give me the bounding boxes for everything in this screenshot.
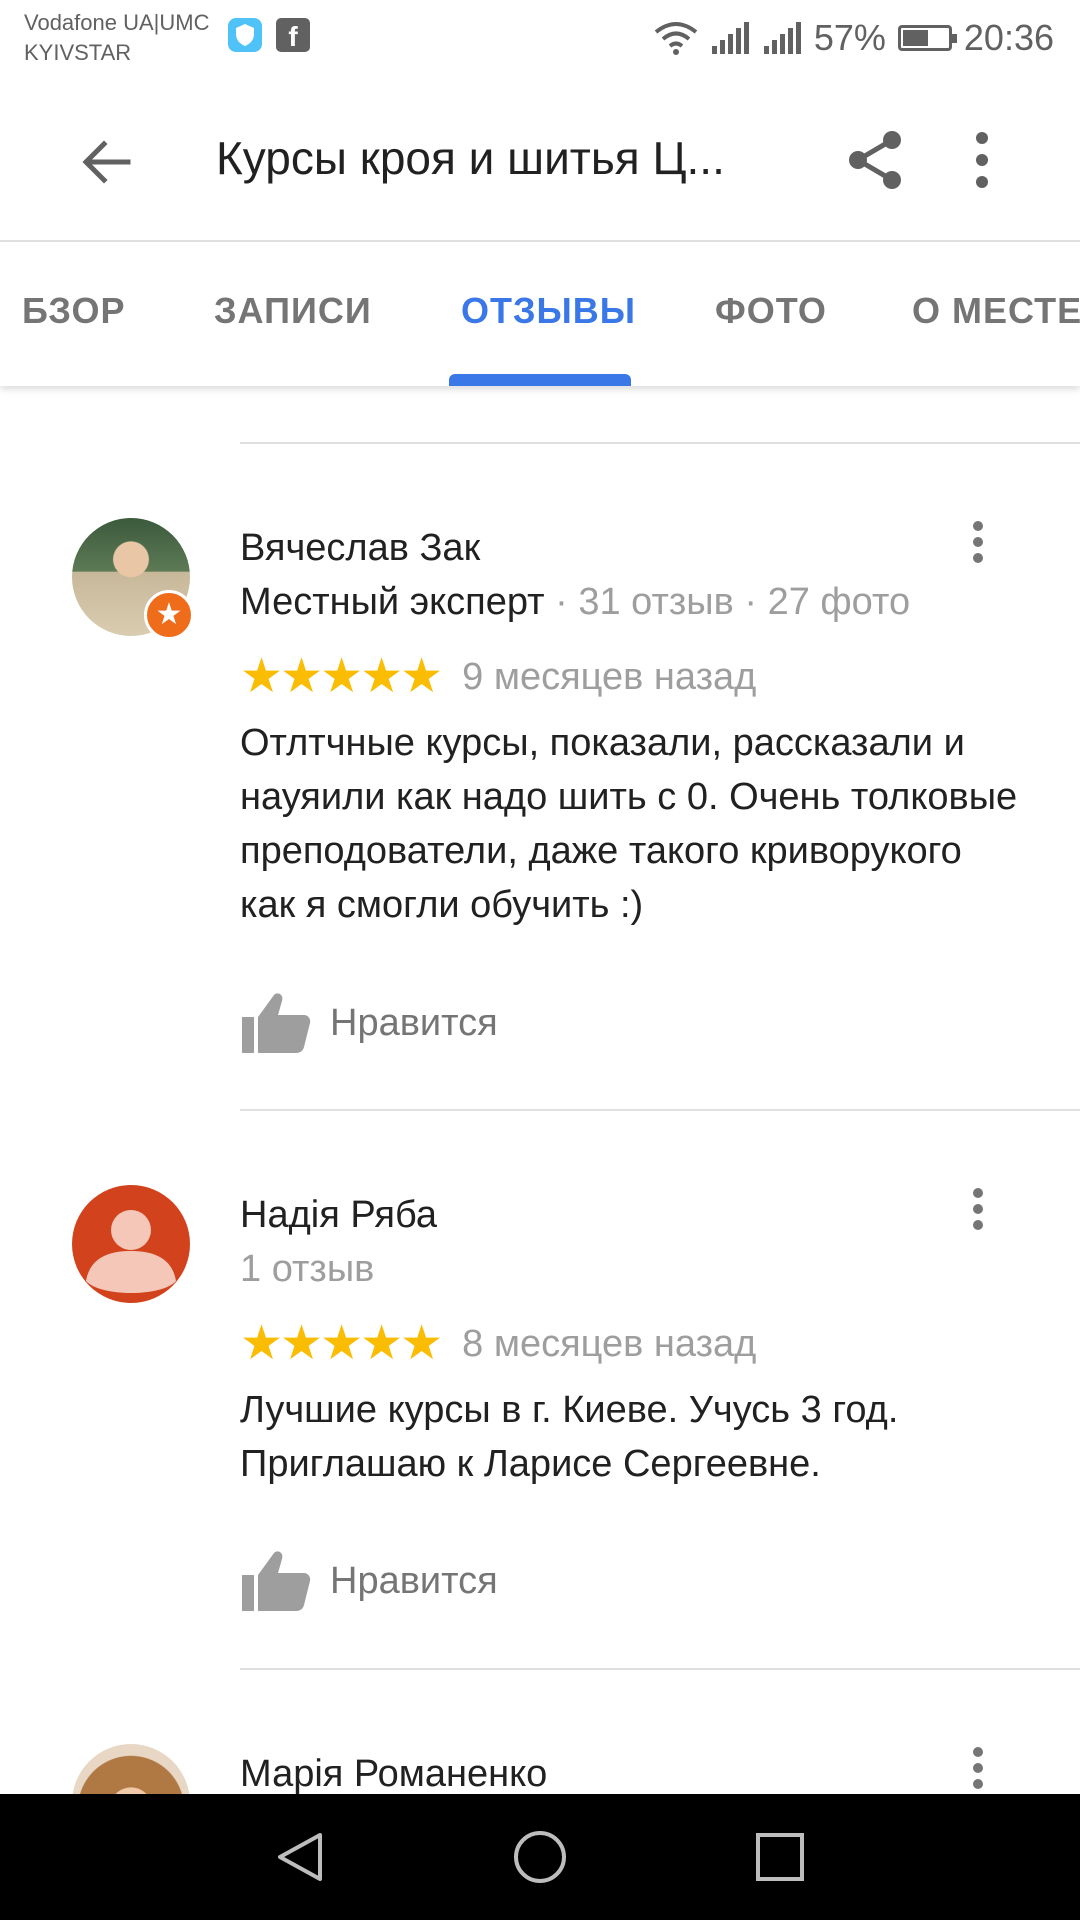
rating-row: ★★★★★ 9 месяцев назад [240,652,756,702]
list-divider [240,1668,1080,1670]
meta-separator: · [555,581,568,623]
share-icon [849,131,901,189]
list-divider [240,1109,1080,1111]
thumbs-up-icon [242,1551,311,1611]
meta-separator: · [744,581,758,623]
local-guide-label: Местный эксперт [240,581,545,623]
carrier-line-1: Vodafone UA|UMC [24,10,210,35]
facebook-icon: f [276,18,310,52]
like-button[interactable]: Нравится [240,1546,498,1616]
like-label: Нравится [330,1559,498,1602]
review-more-button[interactable] [960,1744,996,1792]
app-bar: Курсы кроя и шитья Ц... [0,76,1080,242]
review-count: 1 отзыв [240,1248,375,1290]
shield-app-icon [228,18,262,52]
tab-posts[interactable]: ЗАПИСИ [214,290,372,332]
home-circle-icon [514,1831,566,1883]
wifi-icon [654,22,698,55]
review-date: 8 месяцев назад [462,1322,757,1365]
rating-row: ★★★★★ 8 месяцев назад [240,1319,756,1369]
like-button[interactable]: Нравится [240,988,498,1058]
carrier-line-2: KYIVSTAR [24,40,132,65]
default-person-icon [86,1210,176,1293]
list-divider [240,442,1080,444]
recents-square-icon [756,1833,804,1881]
review-more-button[interactable] [960,1185,996,1233]
back-arrow-icon [82,140,131,184]
back-button[interactable] [66,122,146,202]
star-rating: ★★★★★ [240,650,443,703]
nav-home-button[interactable] [510,1827,570,1887]
review-text: Лучшие курсы в г. Киеве. Учусь 3 год. Пр… [240,1389,899,1485]
notification-icons: f [228,18,310,52]
review-text: Отлтчные курсы, показали, рассказали и н… [240,722,1018,926]
avatar[interactable] [72,1744,190,1794]
battery-percent: 57% [813,17,886,58]
share-button[interactable] [842,126,910,194]
tab-about[interactable]: О МЕСТЕ [912,290,1080,332]
more-vert-icon [973,521,983,563]
review-date: 9 месяцев назад [462,655,757,698]
system-indicators: 57% 20:36 [654,10,1054,66]
tab-overview[interactable]: БЗОР [22,290,126,332]
tab-active-indicator [449,374,631,386]
more-vert-icon [976,132,988,188]
reviewer-name[interactable]: Вячеслав Зак [240,524,480,572]
battery-level [902,30,928,46]
battery-icon [897,25,957,51]
tab-reviews[interactable]: ОТЗЫВЫ [461,290,636,332]
carrier-info: Vodafone UA|UMC KYIVSTAR [24,8,209,68]
nav-back-button[interactable] [270,1827,330,1887]
status-bar: Vodafone UA|UMC KYIVSTAR f 57% 20:36 [0,0,1080,76]
nav-recents-button[interactable] [750,1827,810,1887]
star-rating: ★★★★★ [240,1317,443,1370]
more-options-button[interactable] [952,126,1012,194]
reviews-list[interactable]: ★ Вячеслав Зак Местный эксперт · 31 отзы… [0,386,1080,1794]
clock: 20:36 [963,17,1054,58]
review-more-button[interactable] [960,518,996,566]
avatar[interactable] [72,1185,190,1303]
tab-bar: БЗОР ЗАПИСИ ОТЗЫВЫ ФОТО О МЕСТЕ [0,242,1080,386]
signal-icon [711,22,749,54]
reviewer-name[interactable]: Марія Романенко [240,1750,547,1794]
signal-icon [763,22,801,54]
system-nav-bar [0,1794,1080,1920]
back-triangle-icon [278,1833,322,1881]
thumbs-up-icon [242,993,311,1053]
more-vert-icon [973,1747,983,1789]
like-label: Нравится [330,1001,498,1044]
page-title: Курсы кроя и шитья Ц... [216,132,725,184]
tab-photos[interactable]: ФОТО [715,290,827,332]
local-guide-badge-icon: ★ [144,590,194,640]
reviewer-name[interactable]: Надія Ряба [240,1191,437,1239]
reviewer-meta: Местный эксперт · 31 отзыв · 27 фото [240,578,910,626]
photo-count: 27 фото [767,581,911,623]
reviewer-meta: 1 отзыв [240,1245,374,1293]
more-vert-icon [973,1188,983,1230]
review-count: 31 отзыв [578,581,734,623]
